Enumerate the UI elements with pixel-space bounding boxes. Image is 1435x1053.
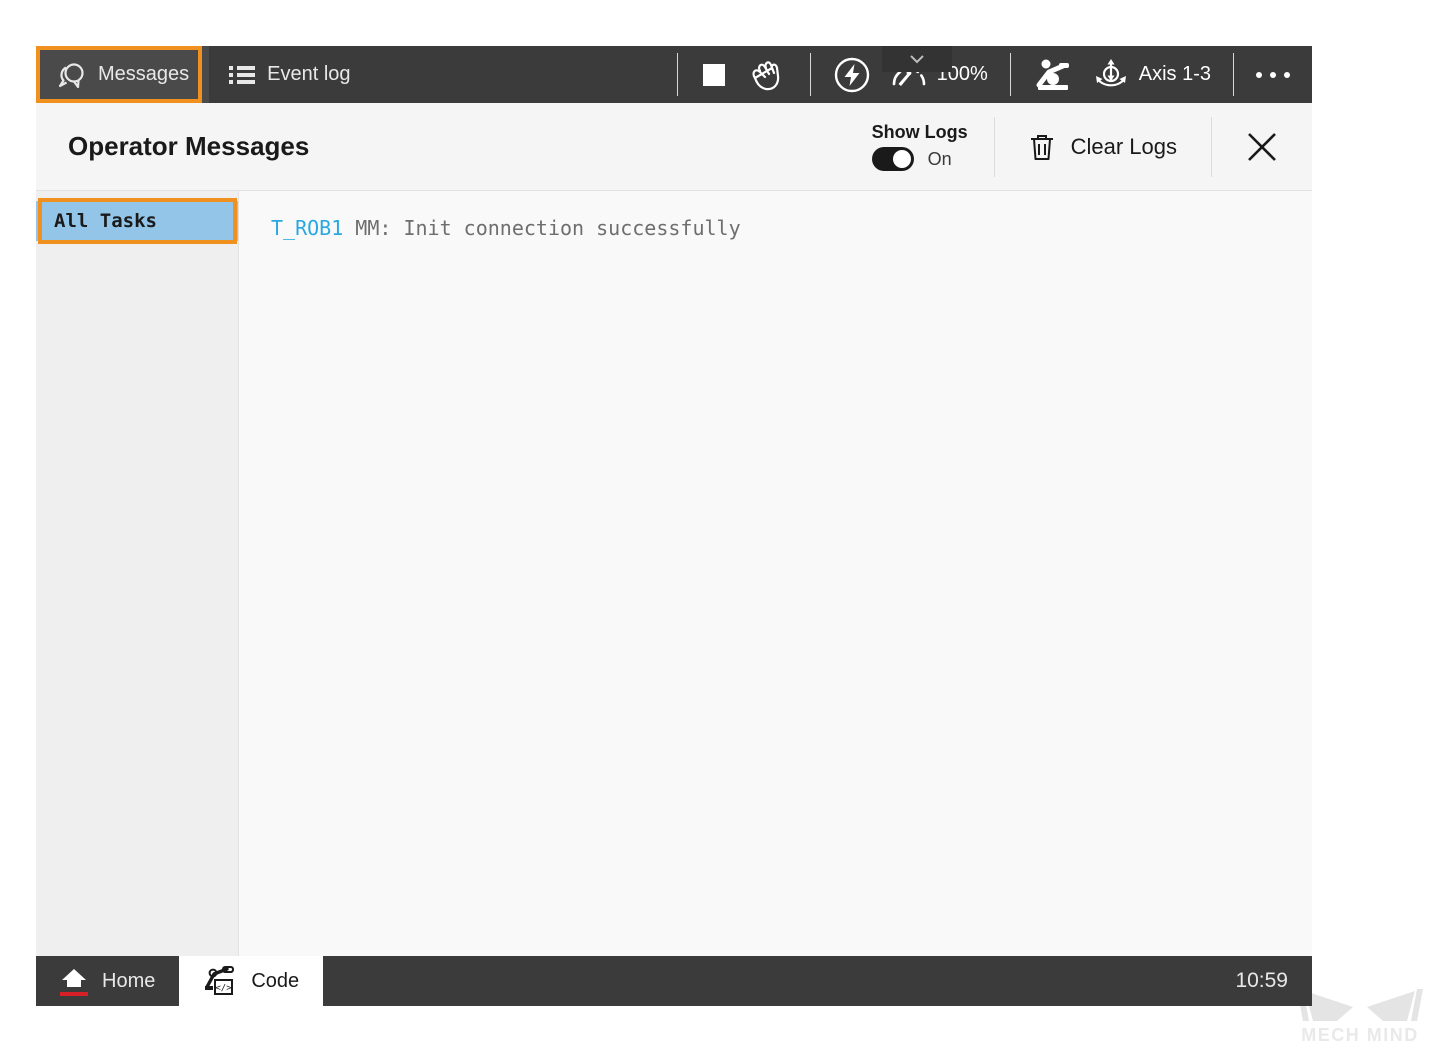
bottom-item-home[interactable]: Home (36, 956, 179, 1006)
content-body: All Tasks T_ROB1 MM: Init connection suc… (36, 191, 1312, 956)
clear-logs-label: Clear Logs (1070, 133, 1177, 159)
lightning-bolt-circle-icon (834, 57, 869, 92)
robot-button[interactable] (1023, 46, 1083, 103)
robot-code-icon: </> (205, 966, 235, 995)
robot-arm-icon (1036, 59, 1069, 90)
bottom-item-code-label: Code (251, 969, 300, 992)
bottom-item-home-label: Home (102, 969, 156, 992)
log-line: T_ROB1 MM: Init connection successfully (271, 213, 1292, 243)
speed-dropdown-toggle[interactable] (882, 46, 952, 72)
log-line-message: MM: Init connection successfully (343, 216, 741, 240)
tab-event-log[interactable]: Event log (209, 46, 370, 103)
toolbar-run-group (678, 46, 810, 103)
task-sidebar: All Tasks (36, 191, 239, 956)
tab-event-log-label: Event log (267, 63, 351, 85)
messages-icon (58, 62, 84, 88)
chevron-down-icon (910, 55, 924, 64)
show-logs-toggle[interactable] (871, 147, 914, 171)
home-active-underline (60, 991, 88, 996)
tab-messages-label: Messages (98, 63, 190, 85)
log-line-task: T_ROB1 (271, 216, 344, 240)
page-title: Operator Messages (68, 131, 310, 161)
trash-icon (1030, 134, 1053, 160)
bottom-bar-spacer (323, 956, 1235, 1006)
show-logs-toggle-row: On (871, 147, 952, 171)
more-button[interactable] (1246, 46, 1300, 103)
axis-button[interactable]: Axis 1-3 (1083, 46, 1221, 103)
top-toolbar: Messages Event log 100% Axis 1-3 (36, 46, 1312, 103)
show-logs-label: Show Logs (871, 122, 968, 142)
log-panel[interactable]: T_ROB1 MM: Init connection successfully (239, 191, 1312, 956)
close-icon (1248, 132, 1276, 161)
home-glyph-icon (62, 968, 86, 987)
clear-logs-button[interactable]: Clear Logs (995, 103, 1211, 191)
clock: 10:59 (1235, 969, 1288, 992)
event-log-icon (229, 65, 256, 84)
ellipsis-icon (1256, 71, 1290, 78)
show-logs-control: Show Logs On (871, 122, 994, 171)
sidebar-item-label: All Tasks (54, 210, 157, 232)
stop-button[interactable] (690, 46, 738, 103)
app-window: Messages Event log 100% Axis 1-3 Operato… (36, 46, 1312, 1006)
hold-to-run-button[interactable] (738, 46, 798, 103)
svg-text:</>: </> (216, 984, 233, 994)
stop-icon (702, 63, 725, 86)
tab-messages[interactable]: Messages (36, 46, 210, 103)
sidebar-item-all-tasks[interactable]: All Tasks (36, 201, 238, 241)
close-button[interactable] (1212, 103, 1312, 191)
toolbar-jog-group: Axis 1-3 (1011, 46, 1233, 103)
watermark-text: MECH MIND (1301, 1025, 1419, 1045)
hand-icon (752, 60, 779, 90)
home-icon (60, 967, 88, 996)
axis-label: Axis 1-3 (1138, 63, 1211, 85)
motors-on-button[interactable] (823, 46, 881, 103)
show-logs-state: On (927, 148, 952, 169)
toolbar-more-group (1234, 46, 1312, 103)
bottom-bar: Home </> Code 10:59 (36, 956, 1312, 1006)
bottom-item-code[interactable]: </> Code (179, 956, 324, 1006)
axis-rotation-icon (1095, 58, 1126, 86)
page-header: Operator Messages Show Logs On Clear Log… (36, 103, 1312, 191)
